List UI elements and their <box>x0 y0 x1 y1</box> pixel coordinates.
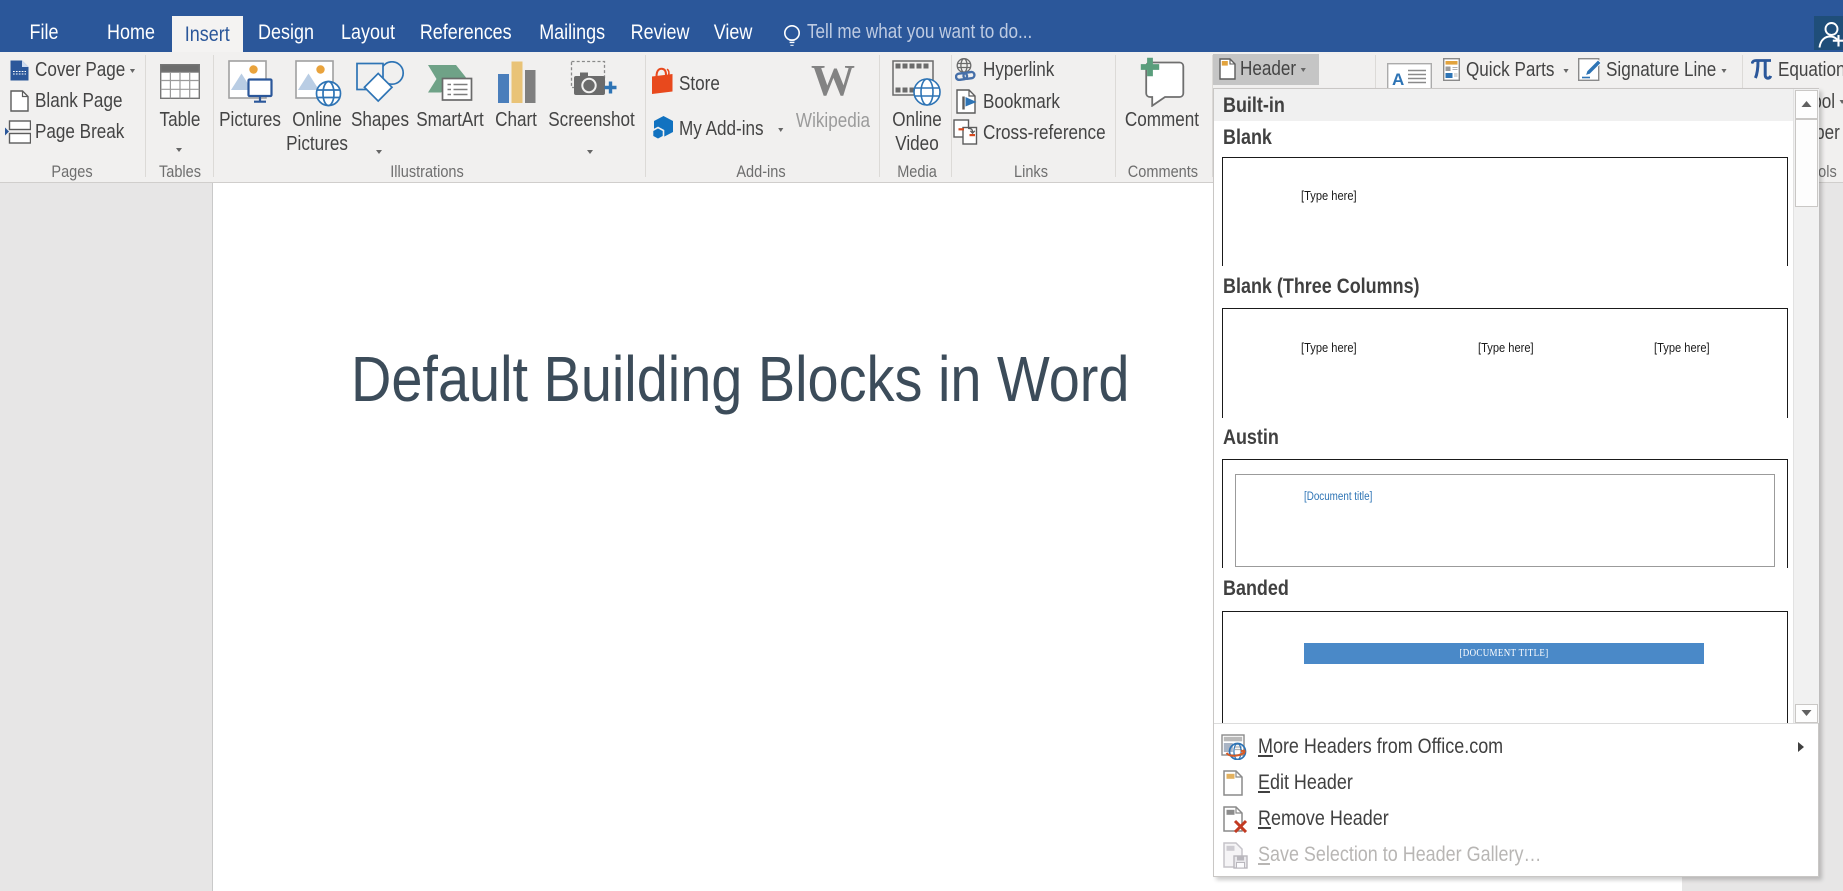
svg-text:A: A <box>1392 70 1404 89</box>
